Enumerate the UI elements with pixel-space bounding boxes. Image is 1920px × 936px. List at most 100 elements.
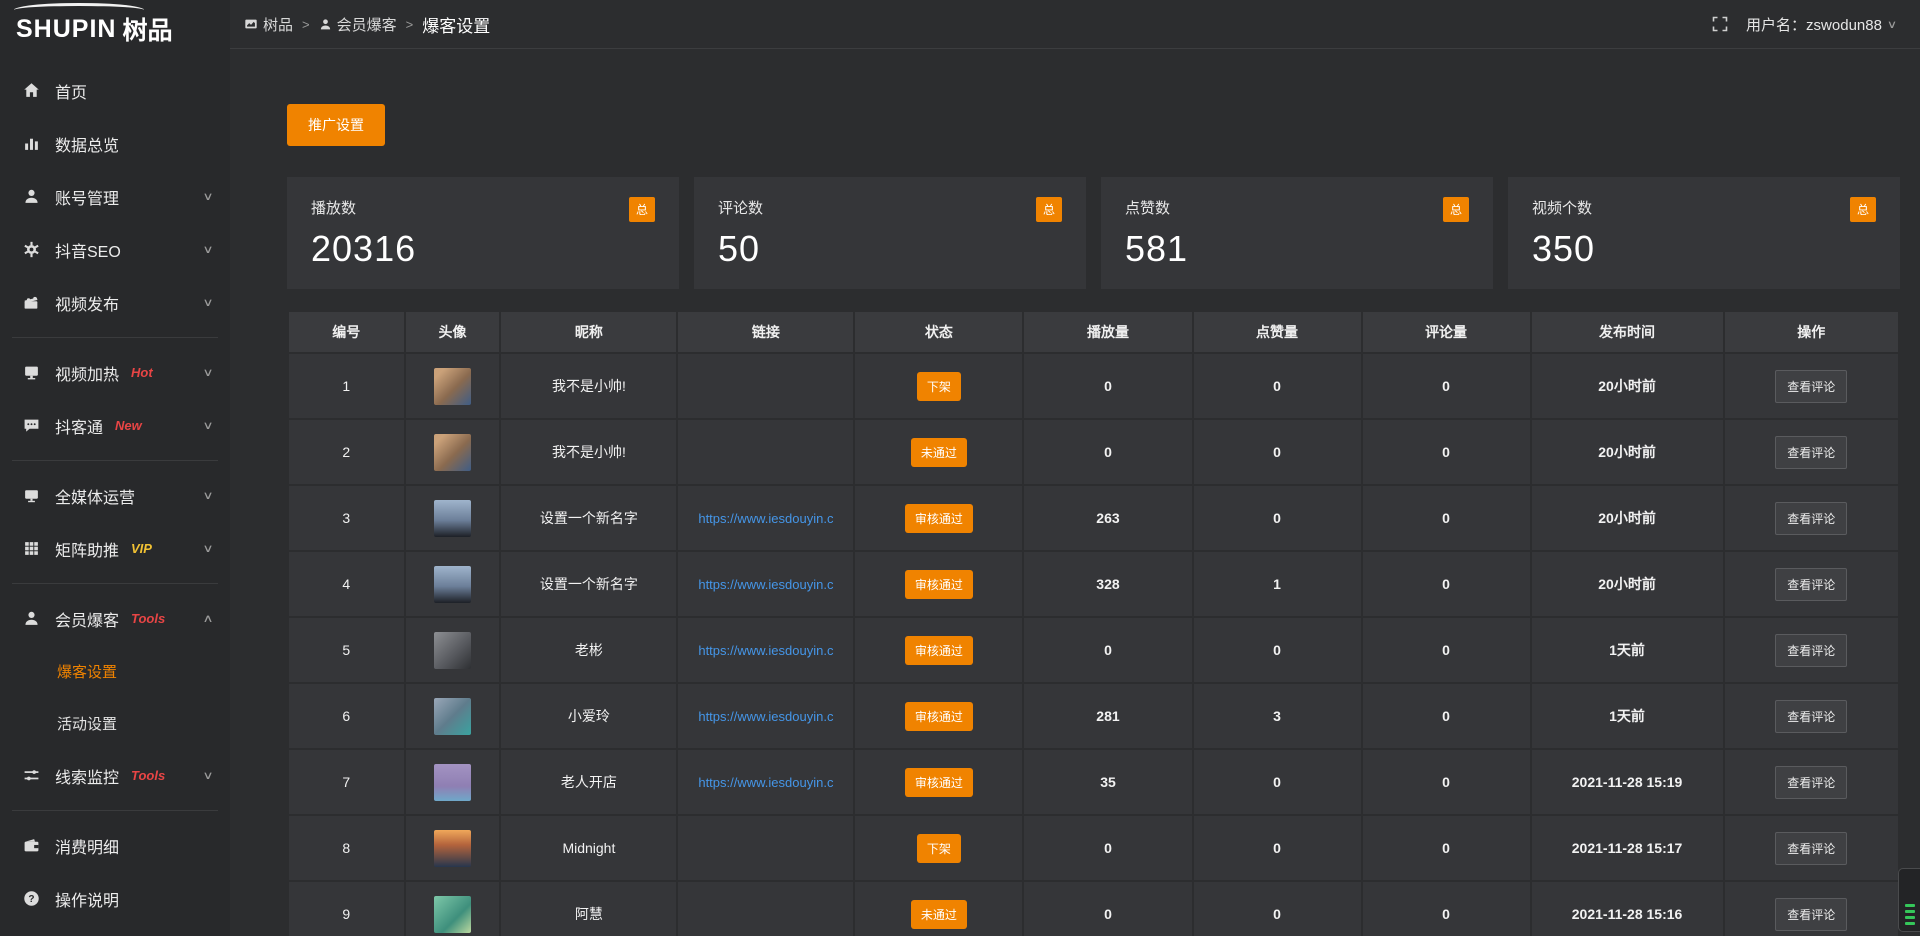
view-comments-button[interactable]: 查看评论 <box>1775 766 1847 799</box>
user-icon <box>22 188 40 206</box>
sidebar-item-data-overview[interactable]: 数据总览 <box>0 117 230 170</box>
sidebar-item-video-publish[interactable]: 视频发布 ∨ <box>0 276 230 329</box>
sidebar-item-member-baoke[interactable]: 会员爆客 Tools ∧ <box>0 592 230 645</box>
view-comments-button[interactable]: 查看评论 <box>1775 370 1847 403</box>
col-header-plays: 播放量 <box>1024 312 1191 352</box>
table-row: 1 我不是小帅! 下架 0 0 0 20小时前 查看评论 <box>289 354 1898 418</box>
table-row: 2 我不是小帅! 未通过 0 0 0 20小时前 查看评论 <box>289 420 1898 484</box>
hot-tag: Hot <box>131 365 153 380</box>
chevron-down-icon: ∨ <box>202 489 213 502</box>
cell-nickname: 我不是小帅! <box>501 420 676 484</box>
sidebar-subitem-baoke-settings[interactable]: 爆客设置 <box>0 645 230 697</box>
sidebar-item-instructions[interactable]: ? 操作说明 <box>0 872 230 925</box>
breadcrumb-separator: > <box>406 17 414 32</box>
status-badge[interactable]: 未通过 <box>911 438 967 467</box>
cell-plays: 35 <box>1024 750 1191 814</box>
status-badge[interactable]: 审核通过 <box>905 570 973 599</box>
stat-label: 点赞数 <box>1125 197 1170 218</box>
stat-value: 581 <box>1125 228 1469 270</box>
tools-tag: Tools <box>131 611 165 626</box>
cell-time: 20小时前 <box>1532 552 1723 616</box>
status-badge[interactable]: 未通过 <box>911 900 967 929</box>
stat-cards: 播放数 总 20316 评论数 总 50 点赞数 总 <box>287 177 1900 289</box>
cell-likes: 0 <box>1194 816 1361 880</box>
topbar-right: 用户名：zswodun88 ∨ <box>1712 14 1896 35</box>
cell-plays: 0 <box>1024 618 1191 682</box>
sidebar-item-matrix-boost[interactable]: 矩阵助推 VIP ∨ <box>0 522 230 575</box>
breadcrumb-item-home[interactable]: 树品 <box>244 14 293 35</box>
cell-likes: 1 <box>1194 552 1361 616</box>
sidebar-item-douketong[interactable]: 抖客通 New ∨ <box>0 399 230 452</box>
cell-nickname: 老人开店 <box>501 750 676 814</box>
video-link[interactable]: https://www.iesdouyin.c <box>698 709 833 724</box>
video-link[interactable]: https://www.iesdouyin.c <box>698 643 833 658</box>
sidebar-item-account-management[interactable]: 账号管理 ∨ <box>0 170 230 223</box>
status-badge[interactable]: 审核通过 <box>905 504 973 533</box>
floating-widget[interactable] <box>1898 868 1920 932</box>
cell-num: 2 <box>289 420 404 484</box>
username-label: 用户名：zswodun88 <box>1746 14 1882 35</box>
view-comments-button[interactable]: 查看评论 <box>1775 436 1847 469</box>
screen-icon <box>22 487 40 505</box>
cell-comments: 0 <box>1363 618 1530 682</box>
col-header-status: 状态 <box>855 312 1022 352</box>
avatar <box>434 896 471 933</box>
status-badge[interactable]: 审核通过 <box>905 768 973 797</box>
video-camera-icon <box>22 294 40 312</box>
status-badge[interactable]: 下架 <box>917 372 961 401</box>
video-link[interactable]: https://www.iesdouyin.c <box>698 577 833 592</box>
sidebar-divider <box>12 337 218 338</box>
video-link[interactable]: https://www.iesdouyin.c <box>698 511 833 526</box>
sidebar-item-all-media[interactable]: 全媒体运营 ∨ <box>0 469 230 522</box>
status-badge[interactable]: 审核通过 <box>905 636 973 665</box>
table-row: 7 老人开店 https://www.iesdouyin.c 审核通过 35 0… <box>289 750 1898 814</box>
view-comments-button[interactable]: 查看评论 <box>1775 634 1847 667</box>
sidebar-item-douyin-seo[interactable]: 抖音SEO ∨ <box>0 223 230 276</box>
sidebar-divider <box>12 810 218 811</box>
cell-num: 8 <box>289 816 404 880</box>
widget-bar <box>1905 904 1915 907</box>
cell-likes: 0 <box>1194 618 1361 682</box>
sidebar-item-label: 视频加热 <box>55 361 119 385</box>
view-comments-button[interactable]: 查看评论 <box>1775 568 1847 601</box>
view-comments-button[interactable]: 查看评论 <box>1775 502 1847 535</box>
chevron-down-icon: ∨ <box>202 243 213 256</box>
cell-nickname: 我不是小帅! <box>501 354 676 418</box>
cell-likes: 0 <box>1194 882 1361 936</box>
breadcrumb-item-member-baoke[interactable]: 会员爆客 <box>319 14 397 35</box>
fullscreen-icon[interactable] <box>1712 16 1728 32</box>
cell-comments: 0 <box>1363 420 1530 484</box>
cell-plays: 0 <box>1024 816 1191 880</box>
sidebar-item-home[interactable]: 首页 <box>0 64 230 117</box>
sidebar-subitem-label: 爆客设置 <box>57 661 117 682</box>
stat-card-comments: 评论数 总 50 <box>694 177 1086 289</box>
cell-time: 1天前 <box>1532 618 1723 682</box>
promo-settings-button[interactable]: 推广设置 <box>287 104 385 146</box>
view-comments-button[interactable]: 查看评论 <box>1775 700 1847 733</box>
sidebar-item-label: 消费明细 <box>55 834 119 858</box>
sidebar-item-label: 账号管理 <box>55 185 119 209</box>
col-header-num: 编号 <box>289 312 404 352</box>
grid-icon <box>22 540 40 558</box>
chevron-down-icon: ∨ <box>202 769 213 782</box>
sidebar-divider <box>12 460 218 461</box>
chevron-down-icon: ∨ <box>202 366 213 379</box>
user-icon <box>319 18 332 31</box>
content-area: 推广设置 播放数 总 20316 评论数 总 50 <box>230 49 1920 936</box>
view-comments-button[interactable]: 查看评论 <box>1775 898 1847 931</box>
status-badge[interactable]: 审核通过 <box>905 702 973 731</box>
sidebar-item-video-heat[interactable]: 视频加热 Hot ∨ <box>0 346 230 399</box>
avatar <box>434 830 471 867</box>
sidebar-item-clue-monitor[interactable]: 线索监控 Tools ∨ <box>0 749 230 802</box>
sidebar-subitem-activity-settings[interactable]: 活动设置 <box>0 697 230 749</box>
status-badge[interactable]: 下架 <box>917 834 961 863</box>
table-header-row: 编号 头像 昵称 链接 状态 播放量 点赞量 评论量 发布时间 操作 <box>289 312 1898 352</box>
cell-time: 1天前 <box>1532 684 1723 748</box>
chat-bubble-icon <box>22 417 40 435</box>
username-menu[interactable]: 用户名：zswodun88 ∨ <box>1746 14 1896 35</box>
view-comments-button[interactable]: 查看评论 <box>1775 832 1847 865</box>
sidebar-item-consumption-details[interactable]: 消费明细 <box>0 819 230 872</box>
video-link[interactable]: https://www.iesdouyin.c <box>698 775 833 790</box>
bar-chart-icon <box>22 135 40 153</box>
sidebar-item-label: 抖音SEO <box>55 238 121 262</box>
